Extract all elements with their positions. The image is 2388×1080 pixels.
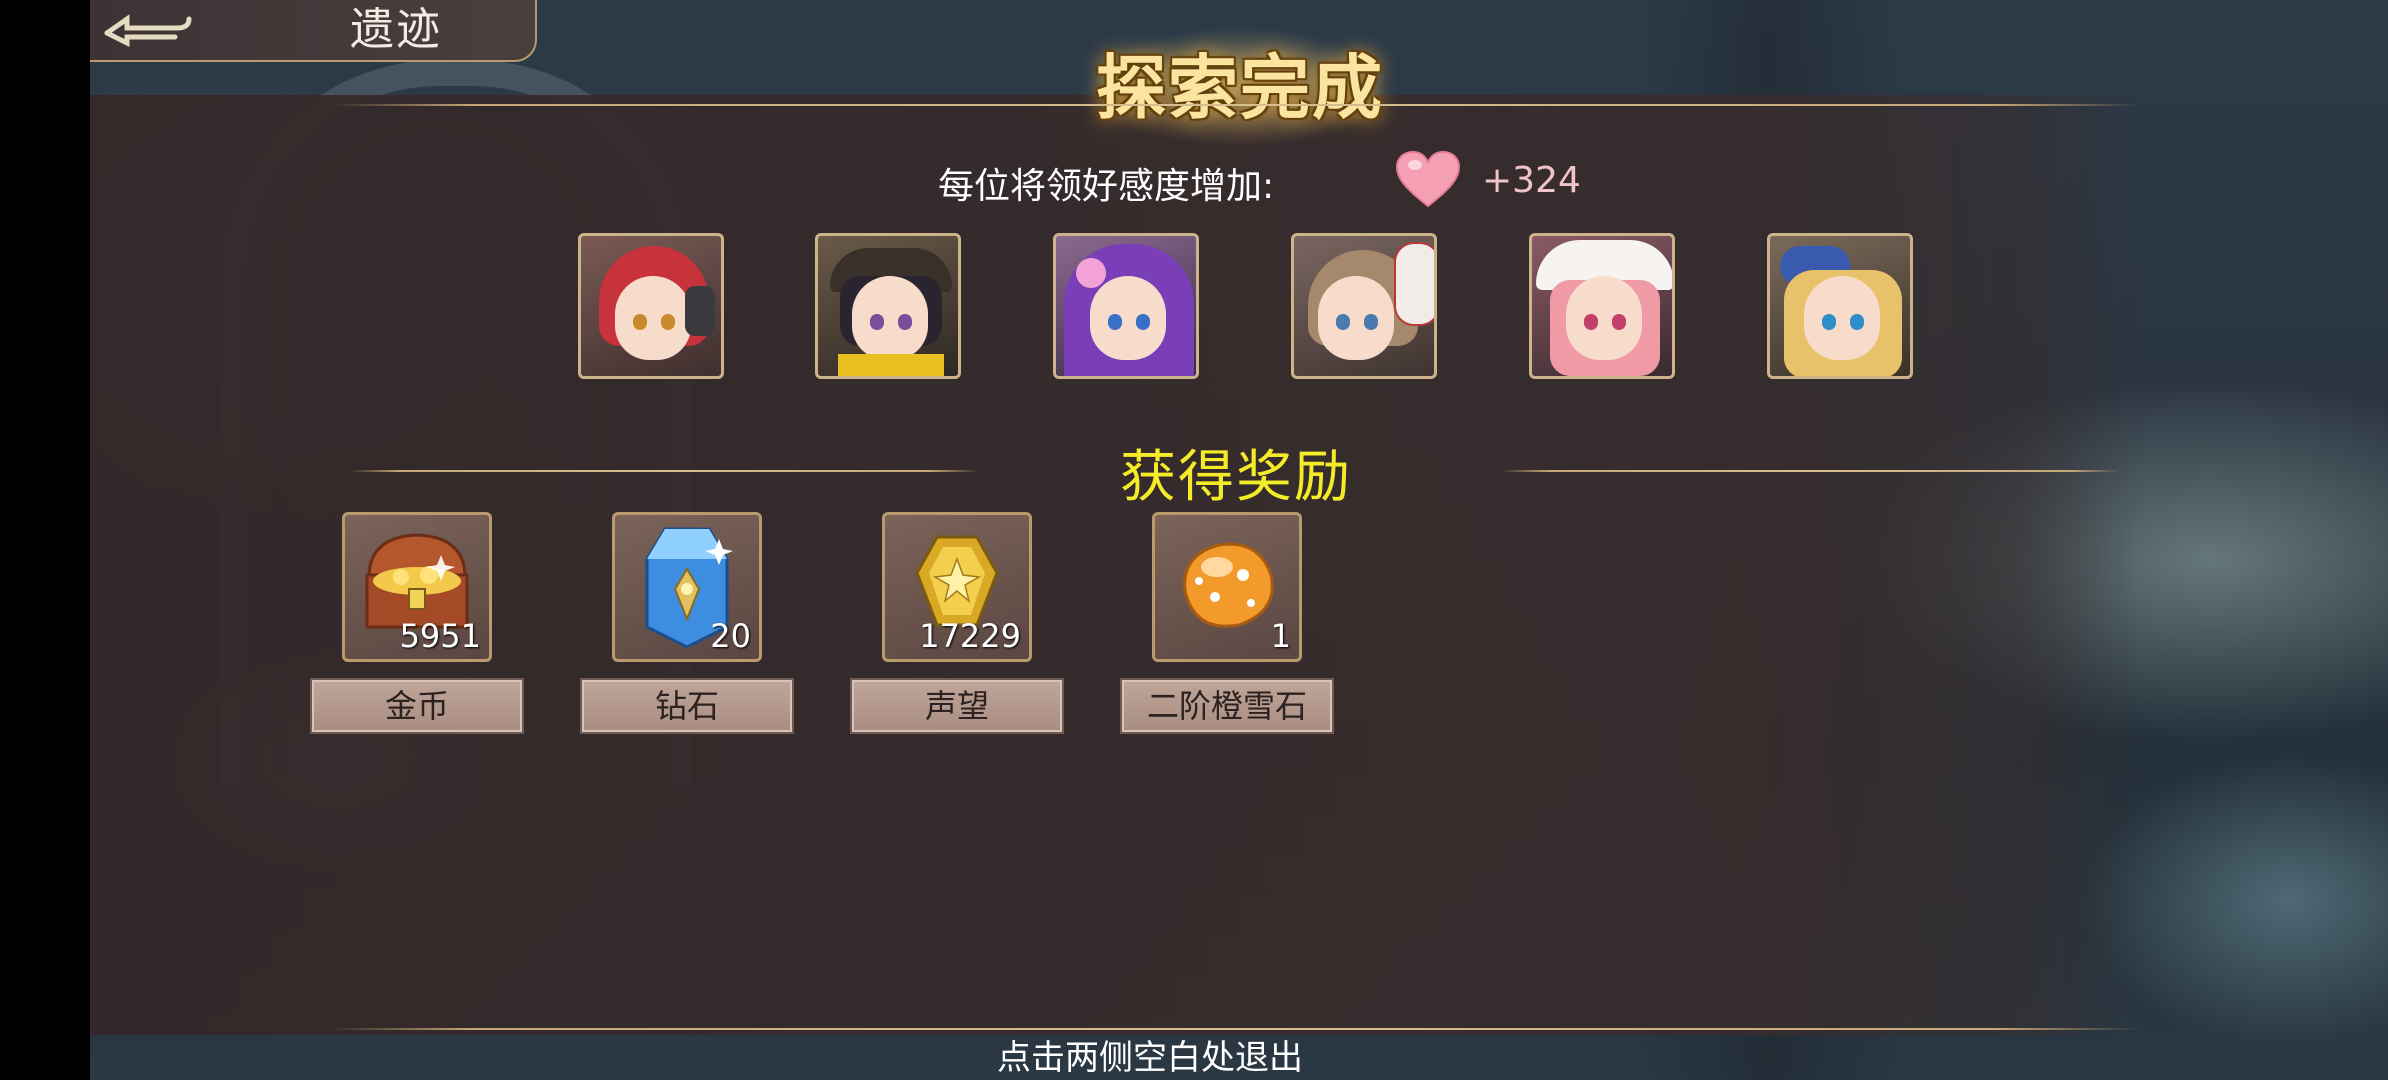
left-black-bar: [0, 0, 90, 1080]
reward-name-label: 声望: [850, 678, 1064, 734]
eye: [1822, 314, 1836, 330]
back-arrow-icon: [104, 14, 192, 48]
reward-prestige[interactable]: 17229: [882, 512, 1032, 662]
rewards-divider-right: [1500, 470, 2120, 472]
flower-icon: [1076, 258, 1106, 288]
eye: [898, 314, 912, 330]
character-portrait-3[interactable]: [1053, 233, 1199, 379]
affinity-label: 每位将领好感度增加:: [938, 166, 1275, 207]
scarf: [838, 354, 944, 376]
eye: [661, 314, 675, 330]
reward-count: 20: [710, 617, 751, 655]
eye: [1364, 314, 1378, 330]
character-portrait-2[interactable]: [815, 233, 961, 379]
eye: [1136, 314, 1150, 330]
face: [1318, 276, 1394, 360]
back-button[interactable]: [92, 2, 202, 58]
eye: [1612, 314, 1626, 330]
character-portrait-4[interactable]: [1291, 233, 1437, 379]
reward-name-label: 二阶橙雪石: [1120, 678, 1334, 734]
reward-diamond[interactable]: 20: [612, 512, 762, 662]
exploration-complete-banner: 探索完成: [1040, 12, 1440, 152]
rewards-divider-left: [350, 470, 980, 472]
top-divider: [330, 104, 2140, 106]
eye: [1108, 314, 1122, 330]
face: [1804, 276, 1880, 360]
oni-mask-icon: [1394, 242, 1434, 326]
character-portrait-6[interactable]: [1767, 233, 1913, 379]
headset-icon: [685, 286, 715, 336]
reward-orange-snow-stone[interactable]: 1: [1152, 512, 1302, 662]
eye: [1850, 314, 1864, 330]
eye: [870, 314, 884, 330]
reward-gold[interactable]: 5951: [342, 512, 492, 662]
reward-name-label: 钻石: [580, 678, 794, 734]
reward-count: 5951: [399, 617, 481, 655]
character-portrait-5[interactable]: [1529, 233, 1675, 379]
eye: [1584, 314, 1598, 330]
exit-hint: 点击两侧空白处退出: [997, 1038, 1303, 1078]
face: [852, 276, 928, 360]
banner-title: 探索完成: [1096, 46, 1384, 129]
face: [615, 276, 691, 360]
affinity-value: +324: [1482, 160, 1581, 201]
heart-icon: [1395, 150, 1461, 208]
page-title: 遗迹: [350, 4, 442, 55]
eye: [1336, 314, 1350, 330]
face: [1566, 276, 1642, 360]
reward-name-label: 金币: [310, 678, 524, 734]
face: [1090, 276, 1166, 360]
character-portrait-1[interactable]: [578, 233, 724, 379]
eye: [633, 314, 647, 330]
reward-count: 17229: [919, 617, 1021, 655]
rewards-title: 获得奖励: [1120, 445, 1352, 510]
reward-count: 1: [1270, 617, 1291, 655]
